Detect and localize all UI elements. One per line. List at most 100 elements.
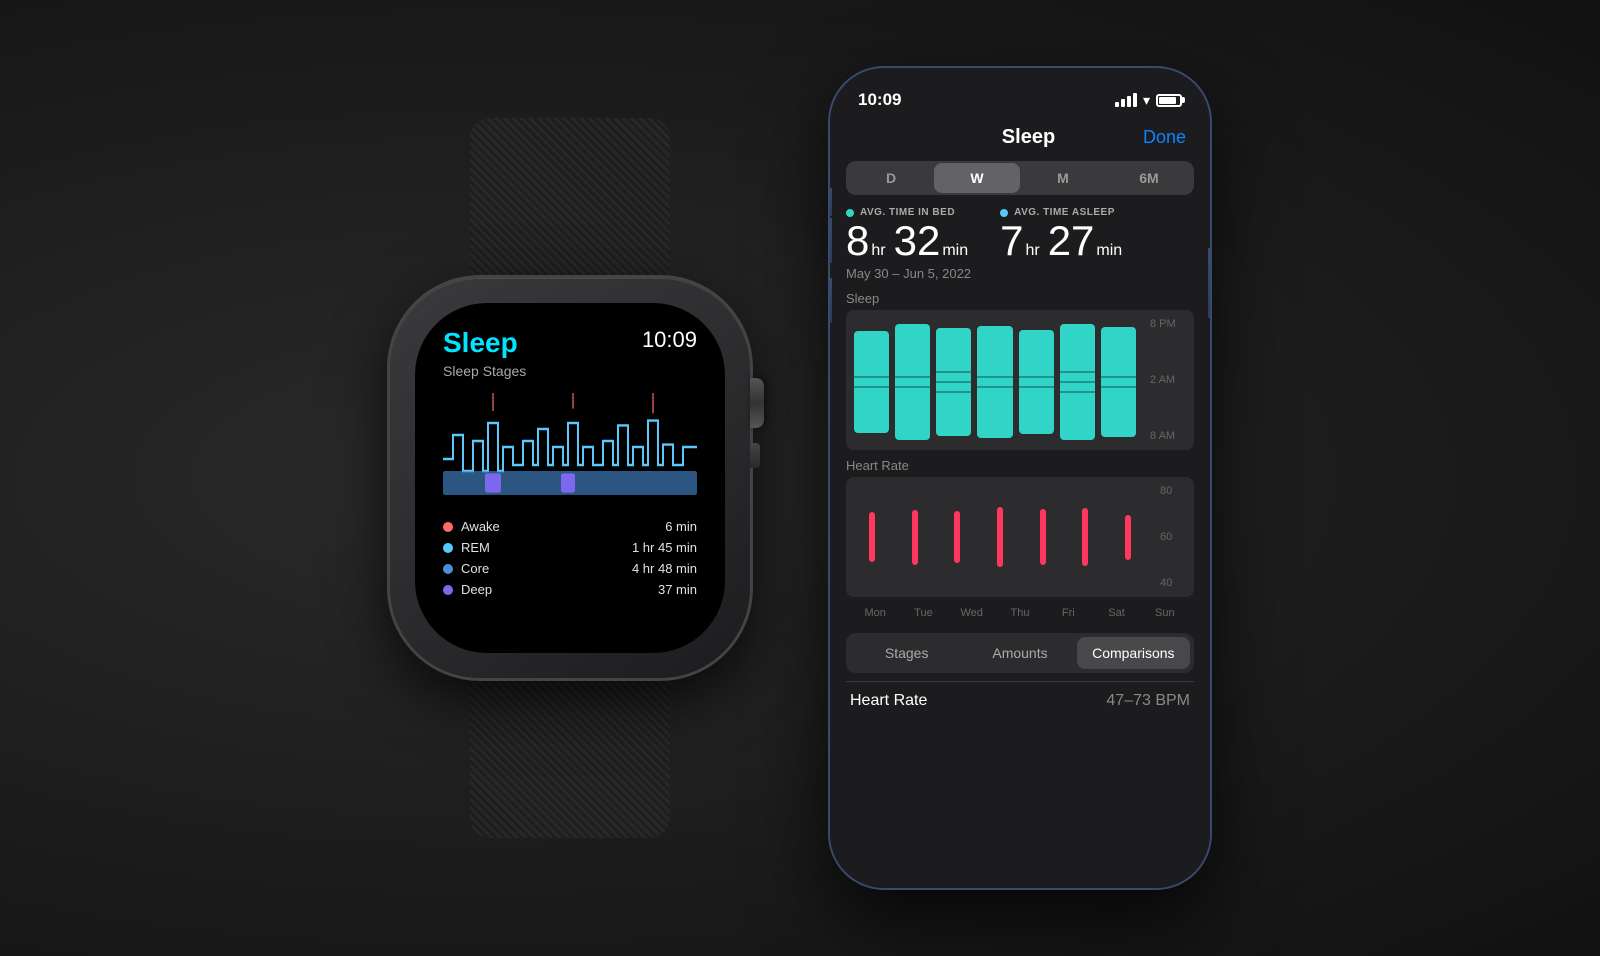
phone-status-bar: 10:09 ▾	[830, 68, 1210, 118]
sleep-chart-svg	[443, 387, 697, 507]
watch-screen: Sleep 10:09 Sleep Stages	[415, 303, 725, 653]
hr-chart-section: Heart Rate	[846, 458, 1194, 597]
metrics-row: AVG. TIME IN BED 8 hr 32 min	[846, 207, 1194, 262]
signal-bar-1	[1115, 102, 1119, 107]
hr-y-top: 80	[1160, 485, 1188, 497]
watch-crown[interactable]	[750, 378, 764, 428]
stage-row-core: Core 4 hr 48 min	[443, 561, 697, 576]
day-sat: Sat	[1095, 607, 1137, 619]
asleep-min-unit: min	[1096, 242, 1122, 260]
bed-hr-number: 8	[846, 220, 869, 262]
watch-time: 10:09	[642, 327, 697, 353]
signal-bar-4	[1133, 93, 1137, 107]
watch-body: Sleep 10:09 Sleep Stages	[390, 278, 750, 678]
sleep-bar-sun	[1101, 318, 1136, 446]
hr-y-bot: 40	[1160, 577, 1188, 589]
rem-time: 1 hr 45 min	[632, 540, 697, 555]
deep-time: 37 min	[658, 582, 697, 597]
sleep-bar-fri	[1019, 318, 1054, 446]
avg-bed-block: AVG. TIME IN BED 8 hr 32 min	[846, 207, 976, 262]
signal-bar-2	[1121, 99, 1125, 107]
core-dot	[443, 564, 453, 574]
phone-side-button[interactable]	[1208, 248, 1210, 318]
core-label: Core	[461, 561, 489, 576]
avg-bed-value: 8 hr 32 min	[846, 220, 976, 262]
battery-fill	[1159, 97, 1176, 104]
hr-bar-sat	[1067, 497, 1104, 577]
phone-vol-up-button[interactable]	[830, 218, 832, 263]
done-button[interactable]: Done	[1143, 127, 1186, 148]
bed-dot	[846, 209, 854, 217]
core-time: 4 hr 48 min	[632, 561, 697, 576]
hr-bar-thu	[982, 497, 1019, 577]
day-fri: Fri	[1047, 607, 1089, 619]
rem-label: REM	[461, 540, 490, 555]
tab-comparisons[interactable]: Comparisons	[1077, 637, 1190, 669]
segment-control: D W M 6M	[846, 161, 1194, 195]
phone-content: AVG. TIME IN BED 8 hr 32 min	[830, 207, 1210, 888]
segment-m[interactable]: M	[1020, 163, 1106, 193]
hr-bar-wed	[939, 497, 976, 577]
hr-bar-fri	[1024, 497, 1061, 577]
sleep-bar-sat	[1060, 318, 1095, 446]
stage-row-rem: REM 1 hr 45 min	[443, 540, 697, 555]
bottom-info-value: 47–73 BPM	[1106, 692, 1190, 710]
scene: Sleep 10:09 Sleep Stages	[0, 0, 1600, 956]
awake-time: 6 min	[665, 519, 697, 534]
hr-bar-sun	[1109, 497, 1146, 577]
tab-amounts[interactable]: Amounts	[963, 637, 1076, 669]
segment-d[interactable]: D	[848, 163, 934, 193]
bottom-info-label: Heart Rate	[850, 692, 927, 710]
phone-header-title: Sleep	[914, 126, 1143, 149]
asleep-min-number: 27	[1048, 220, 1095, 262]
phone-status-time: 10:09	[858, 90, 901, 110]
date-range: May 30 – Jun 5, 2022	[846, 266, 1194, 281]
asleep-dot	[1000, 209, 1008, 217]
hr-bars-area	[846, 477, 1154, 597]
avg-asleep-value: 7 hr 27 min	[1000, 220, 1130, 262]
asleep-hr-number: 7	[1000, 220, 1023, 262]
tab-stages[interactable]: Stages	[850, 637, 963, 669]
sleep-bar-chart: 8 PM 2 AM 8 AM	[846, 310, 1194, 450]
stage-row-deep: Deep 37 min	[443, 582, 697, 597]
sleep-chart-label: Sleep	[846, 291, 1194, 306]
day-tue: Tue	[902, 607, 944, 619]
hr-y-mid: 60	[1160, 531, 1188, 543]
watch-sleep-stages: Awake 6 min REM 1 hr 45 min	[443, 519, 697, 597]
deep-label: Deep	[461, 582, 492, 597]
status-icons: ▾	[1115, 92, 1182, 109]
hr-bar-tue	[897, 497, 934, 577]
asleep-hr-unit: hr	[1025, 242, 1039, 260]
awake-dot	[443, 522, 453, 532]
deep-dot	[443, 585, 453, 595]
awake-label: Awake	[461, 519, 500, 534]
heart-rate-chart: 80 60 40	[846, 477, 1194, 597]
sleep-y-bot: 8 AM	[1150, 430, 1188, 442]
sleep-bar-wed	[936, 318, 971, 446]
signal-bars-icon	[1115, 93, 1137, 107]
bed-hr-unit: hr	[871, 242, 885, 260]
segment-w[interactable]: W	[934, 163, 1020, 193]
wifi-icon: ▾	[1143, 92, 1150, 109]
day-thu: Thu	[999, 607, 1041, 619]
watch-container: Sleep 10:09 Sleep Stages	[390, 278, 750, 678]
bottom-tabs: Stages Amounts Comparisons	[846, 633, 1194, 673]
segment-6m[interactable]: 6M	[1106, 163, 1192, 193]
battery-icon	[1156, 94, 1182, 107]
day-wed: Wed	[951, 607, 993, 619]
phone-header: Sleep Done	[830, 118, 1210, 161]
sleep-y-mid: 2 AM	[1150, 374, 1188, 386]
watch-button[interactable]	[750, 443, 760, 468]
day-labels: Mon Tue Wed Thu Fri Sat Sun	[846, 605, 1194, 621]
day-mon: Mon	[854, 607, 896, 619]
sleep-bar-tue	[895, 318, 930, 446]
bed-min-number: 32	[894, 220, 941, 262]
stage-row-awake: Awake 6 min	[443, 519, 697, 534]
phone-mute-button[interactable]	[830, 188, 832, 216]
bed-min-unit: min	[942, 242, 968, 260]
phone-vol-down-button[interactable]	[830, 278, 832, 323]
hr-bar-mon	[854, 497, 891, 577]
signal-bar-3	[1127, 96, 1131, 107]
day-sun: Sun	[1144, 607, 1186, 619]
watch-subtitle: Sleep Stages	[443, 363, 697, 379]
